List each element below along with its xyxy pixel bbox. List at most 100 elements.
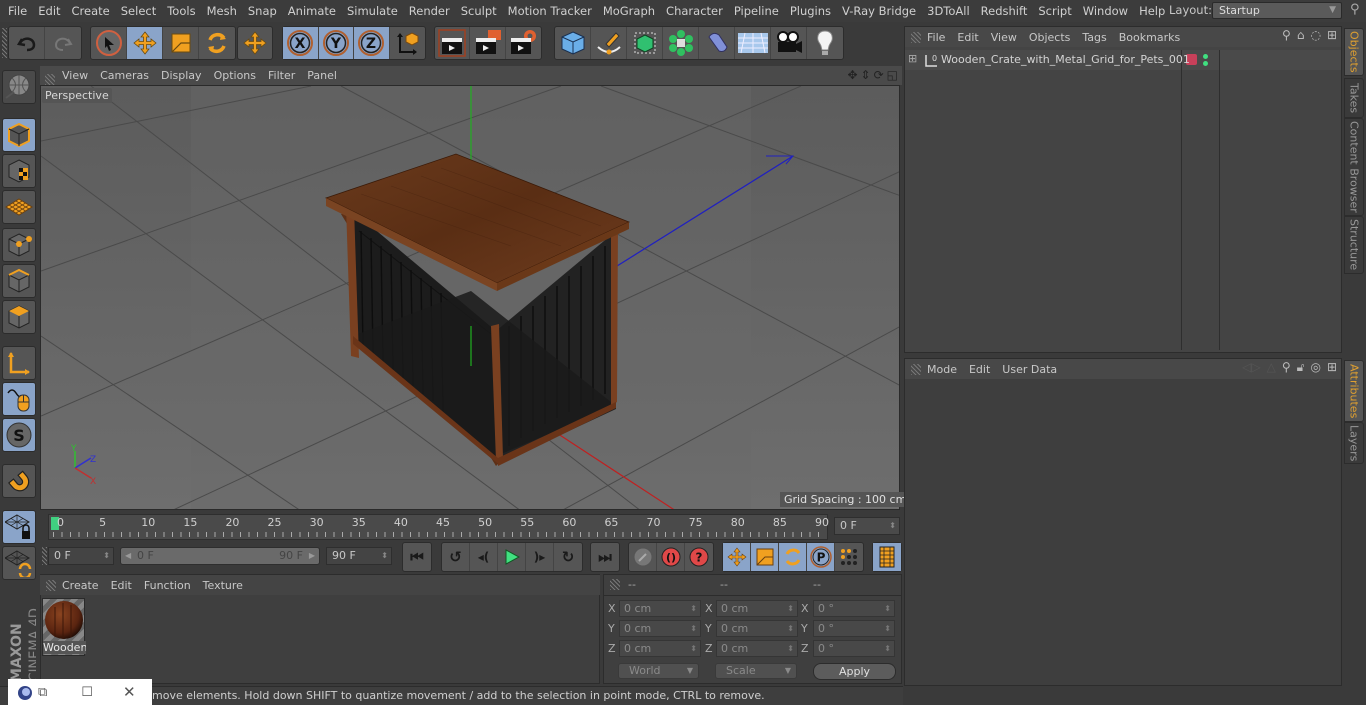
key-scale-button[interactable] [751, 543, 779, 571]
rotation-z-field[interactable]: 0 ° ⬍ [813, 640, 895, 657]
home-icon[interactable]: ⌂ [1297, 28, 1305, 42]
size-z-field[interactable]: 0 cm ⬍ [716, 640, 798, 657]
timeline-window-button[interactable] [873, 543, 901, 571]
key-pla-button[interactable] [835, 543, 863, 571]
object-menu-bookmarks[interactable]: Bookmarks [1119, 31, 1180, 44]
menu-plugins[interactable]: Plugins [782, 4, 831, 18]
move-button[interactable] [127, 27, 163, 59]
restore-icon[interactable]: ⧉ [38, 685, 47, 700]
edges-mode-button[interactable] [2, 264, 36, 298]
polygons-mode-button[interactable] [2, 300, 36, 334]
menu-character[interactable]: Character [658, 4, 723, 18]
end-frame-field[interactable]: 90 F ⬍ [326, 547, 392, 565]
object-name[interactable]: Wooden_Crate_with_Metal_Grid_for_Pets_00… [941, 53, 1190, 66]
spinner-icon[interactable]: ⬍ [787, 641, 794, 656]
object-menu-view[interactable]: View [991, 31, 1017, 44]
expand-icon[interactable]: ⊞ [908, 52, 917, 65]
cloner-button[interactable] [663, 27, 699, 59]
viewport-menu-panel[interactable]: Panel [307, 69, 337, 82]
tab-attributes[interactable]: Attributes [1344, 360, 1364, 422]
spinner-icon[interactable]: ⬍ [381, 548, 388, 564]
menu-simulate[interactable]: Simulate [339, 4, 398, 18]
render-picture-viewer-button[interactable] [470, 27, 506, 59]
tab-takes[interactable]: Takes [1344, 78, 1364, 118]
light-button[interactable] [807, 27, 843, 59]
x-axis-button[interactable]: X [283, 27, 319, 59]
key-position-button[interactable] [723, 543, 751, 571]
coordinates-grip[interactable] [610, 579, 620, 590]
workplane-align-button[interactable] [2, 546, 36, 580]
spinner-icon[interactable]: ⬍ [690, 641, 697, 656]
rotation-y-field[interactable]: 0 ° ⬍ [813, 620, 895, 637]
start-frame-field[interactable]: 0 F ⬍ [48, 547, 114, 565]
menu-window[interactable]: Window [1075, 4, 1128, 18]
new-window-icon[interactable]: ⊞ [1327, 28, 1337, 42]
menu-script[interactable]: Script [1030, 4, 1071, 18]
search-icon[interactable]: ⚲ [1350, 2, 1360, 17]
record-button[interactable]: () [657, 543, 685, 571]
position-y-field[interactable]: 0 cm ⬍ [619, 620, 701, 637]
material-menu-edit[interactable]: Edit [111, 579, 132, 592]
range-left-arrow-icon[interactable]: ◀ [125, 548, 131, 564]
size-x-field[interactable]: 0 cm ⬍ [716, 600, 798, 617]
menu-select[interactable]: Select [113, 4, 156, 18]
spinner-icon[interactable]: ⬍ [889, 518, 896, 534]
render-visibility-dot[interactable] [1203, 61, 1208, 66]
coordinate-mode-select[interactable]: World ▼ [618, 663, 699, 679]
menu-tools[interactable]: Tools [159, 4, 195, 18]
scale-button[interactable] [163, 27, 199, 59]
menu-motion-tracker[interactable]: Motion Tracker [500, 4, 592, 18]
render-view-button[interactable] [435, 27, 471, 59]
menu-redshift[interactable]: Redshift [973, 4, 1028, 18]
viewport-menu-options[interactable]: Options [214, 69, 256, 82]
viewport-menu-view[interactable]: View [62, 69, 88, 82]
object-menu-objects[interactable]: Objects [1029, 31, 1071, 44]
size-y-field[interactable]: 0 cm ⬍ [716, 620, 798, 637]
material-grip[interactable] [46, 579, 56, 591]
texture-mode-button[interactable] [2, 154, 36, 188]
autokey-button[interactable]: ? [685, 543, 713, 571]
tweak-mode-button[interactable] [2, 382, 36, 416]
camera-button[interactable] [771, 27, 807, 59]
spinner-icon[interactable]: ⬍ [884, 621, 891, 636]
attribute-menu-mode[interactable]: Mode [927, 363, 957, 376]
spinner-icon[interactable]: ⬍ [690, 621, 697, 636]
object-grip[interactable] [911, 31, 921, 43]
menu-3dtoall[interactable]: 3DToAll [919, 4, 970, 18]
target-icon[interactable]: ◎ [1310, 360, 1320, 375]
menu-mograph[interactable]: MoGraph [595, 4, 655, 18]
goto-end-button[interactable]: ⏭ [591, 543, 619, 571]
viewport-menu-filter[interactable]: Filter [268, 69, 295, 82]
spinner-icon[interactable]: ⬍ [690, 601, 697, 616]
zoom-view-icon[interactable]: ⇕ [861, 68, 871, 82]
cube-button[interactable] [555, 27, 591, 59]
workplane-button[interactable] [2, 190, 36, 224]
object-menu-edit[interactable]: Edit [957, 31, 978, 44]
make-editable-button[interactable] [2, 70, 36, 104]
rotate-button[interactable] [199, 27, 235, 59]
maximize-icon[interactable]: ☐ [81, 685, 93, 700]
material-menu-create[interactable]: Create [62, 579, 99, 592]
apply-button[interactable]: Apply [813, 663, 896, 680]
maximize-view-icon[interactable]: ◱ [887, 68, 898, 82]
rotation-x-field[interactable]: 0 ° ⬍ [813, 600, 895, 617]
attribute-grip[interactable] [911, 363, 921, 375]
points-mode-button[interactable] [2, 228, 36, 262]
spinner-icon[interactable]: ⬍ [787, 601, 794, 616]
new-window-icon[interactable]: ⊞ [1327, 360, 1337, 375]
3d-viewport[interactable]: Y Z X [40, 85, 900, 510]
coordinate-scale-select[interactable]: Scale ▼ [715, 663, 797, 679]
pan-view-icon[interactable]: ✥ [847, 68, 857, 82]
viewport-grip[interactable] [45, 74, 55, 85]
key-parameter-button[interactable]: P [807, 543, 835, 571]
material-menu-texture[interactable]: Texture [203, 579, 243, 592]
menu-mesh[interactable]: Mesh [199, 4, 237, 18]
viewport-menu-display[interactable]: Display [161, 69, 202, 82]
tab-objects[interactable]: Objects [1344, 28, 1364, 76]
tab-layers[interactable]: Layers [1344, 422, 1364, 464]
editor-visibility-dot[interactable] [1203, 54, 1208, 59]
menu-pipeline[interactable]: Pipeline [726, 4, 779, 18]
tab-content-browser[interactable]: Content Browser [1344, 118, 1364, 216]
object-menu-file[interactable]: File [927, 31, 945, 44]
menu-vray-bridge[interactable]: V-Ray Bridge [834, 4, 916, 18]
